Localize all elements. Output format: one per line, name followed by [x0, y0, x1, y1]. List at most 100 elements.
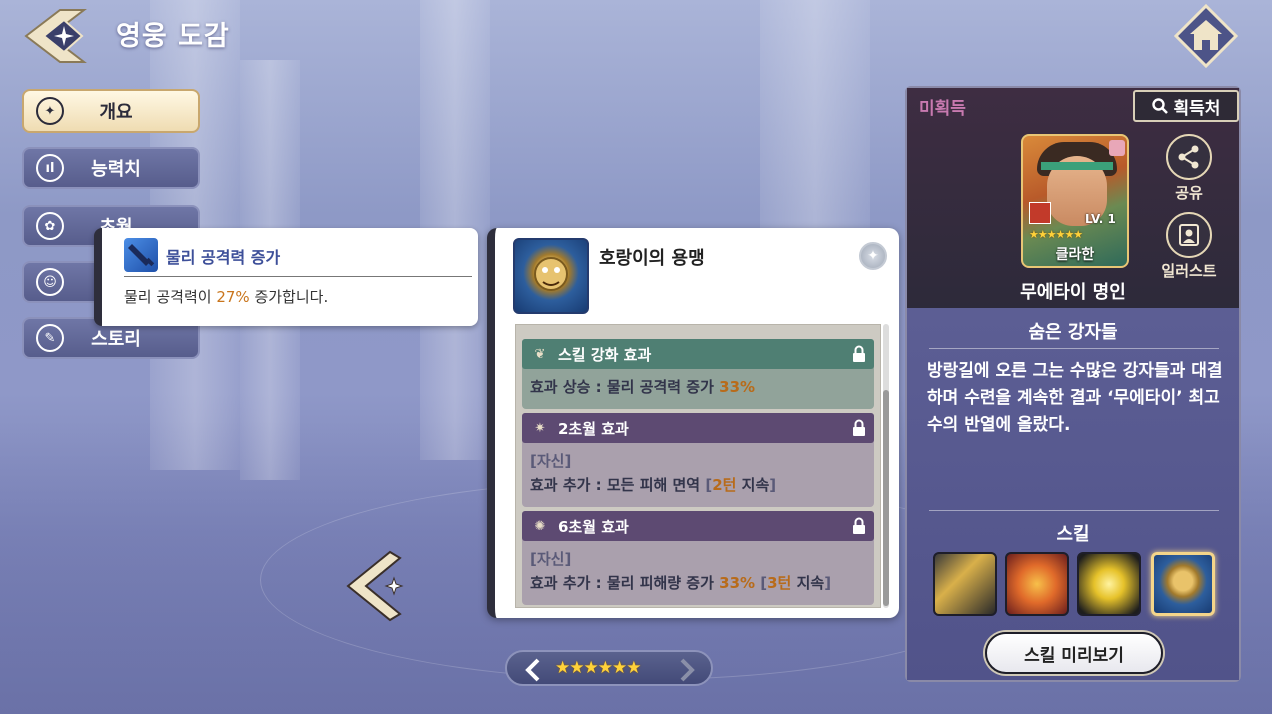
divider	[929, 348, 1219, 349]
menu-item-label: 스토리	[91, 329, 141, 350]
skill-preview-button[interactable]: 스킬 미리보기	[985, 632, 1163, 674]
lock-icon	[853, 419, 865, 436]
weapon-class-icon	[1029, 202, 1051, 224]
effect-header: ✷ 2초월 효과	[522, 413, 874, 443]
hero-title: 무에타이 명인	[1020, 282, 1126, 303]
effect-text: 효과 상승 : 물리 공격력 증가	[530, 378, 720, 396]
effect-line: 효과 추가 : 모든 피해 면역 [2턴 지속]	[530, 473, 866, 497]
tiger-skill-icon	[513, 238, 589, 314]
story-title: 숨은 강자들	[1028, 322, 1118, 343]
acquisition-status: 미획득	[919, 99, 966, 119]
star-grade-selector: ★★★★★★	[505, 650, 713, 686]
chevron-left-icon	[346, 550, 404, 622]
hero-portrait	[1041, 162, 1113, 170]
skill-slot-3-icon[interactable]	[1077, 552, 1141, 616]
page-title: 영웅 도감	[116, 21, 230, 52]
tooltip-desc-value: 27%	[216, 288, 250, 306]
effect-text: 지속	[791, 574, 825, 592]
effect-body: [자신] 효과 추가 : 모든 피해 면역 [2턴 지속]	[522, 443, 874, 501]
effect-line: 효과 추가 : 물리 피해량 증가 33% [3턴 지속]	[530, 571, 866, 595]
skill-enhance-icon: ❦	[534, 346, 546, 362]
effect-turns: 2턴	[712, 476, 737, 494]
hero-header-area: 미획득 획득처 LV. 1 ★★★★★★ 클라한 공유 일러스트 무에타이 명인	[907, 88, 1239, 308]
illustration-button[interactable]: 일러스트	[1159, 212, 1219, 281]
effect-title: 2초월 효과	[558, 419, 629, 438]
transcend-burst-icon: ✺	[534, 518, 546, 534]
effect-value: 33%	[719, 378, 756, 396]
skill-slot-1-icon[interactable]	[933, 552, 997, 616]
skill-name: 호랑이의 용맹	[599, 248, 705, 269]
hero-card[interactable]: LV. 1 ★★★★★★ 클라한	[1021, 134, 1129, 268]
stats-bars-icon: ıl	[36, 154, 64, 182]
effect-target: [자신]	[530, 550, 572, 568]
hero-story-area: 숨은 강자들 방랑길에 오른 그는 수많은 강자들과 대결하며 수련을 계속한 …	[907, 308, 1239, 680]
effect-text: 효과 추가 : 물리 피해량 증가	[530, 574, 720, 592]
effect-body: 효과 상승 : 물리 공격력 증가 33%	[522, 369, 874, 403]
search-icon	[1151, 98, 1168, 114]
story-book-icon: ✎	[36, 324, 64, 352]
back-arrow-icon	[24, 9, 87, 63]
transcend-flower-icon: ✿	[36, 212, 64, 240]
portrait-frame-icon	[1166, 212, 1212, 258]
sword-icon	[124, 238, 158, 272]
effect-title: 6초월 효과	[558, 517, 629, 536]
share-icon	[1166, 134, 1212, 180]
effect-text: 지속	[736, 476, 770, 494]
effect-title: 스킬 강화 효과	[558, 345, 652, 364]
hero-stars: ★★★★★★	[1029, 228, 1083, 241]
star-rating: ★★★★★★	[555, 658, 641, 678]
divider	[929, 510, 1219, 511]
effect-tooltip: 물리 공격력 증가 물리 공격력이 27% 증가합니다.	[94, 228, 478, 326]
lock-icon	[853, 517, 865, 534]
compass-star-icon: ✦	[36, 97, 64, 125]
menu-item-label: 개요	[99, 102, 133, 123]
divider	[124, 276, 472, 277]
effect-card: ❦ 스킬 강화 효과 효과 상승 : 물리 공격력 증가 33%	[522, 339, 874, 409]
effect-header: ❦ 스킬 강화 효과	[522, 339, 874, 369]
chevron-left-icon[interactable]	[523, 658, 543, 682]
menu-item-label: 능력치	[91, 159, 141, 180]
share-button[interactable]: 공유	[1159, 134, 1219, 203]
acquire-source-button[interactable]: 획득처	[1133, 90, 1239, 122]
skill-detail-panel: 호랑이의 용맹 ✦ ❦ 스킬 강화 효과 효과 상승 : 물리 공격력 증가 3…	[487, 228, 899, 618]
skill-type-badge-icon[interactable]: ✦	[859, 242, 887, 270]
effects-scroll-area[interactable]: ❦ 스킬 강화 효과 효과 상승 : 물리 공격력 증가 33% ✷ 2초월 효…	[515, 324, 881, 608]
effect-value: 33%	[719, 574, 756, 592]
effect-turns: 3턴	[767, 574, 792, 592]
effect-card: ✷ 2초월 효과 [자신] 효과 추가 : 모든 피해 면역 [2턴 지속]	[522, 413, 874, 507]
effect-text: 효과 추가 : 모든 피해 면역	[530, 476, 706, 494]
bracket: ]	[824, 574, 832, 592]
pin-icon	[1109, 140, 1125, 156]
skill-slot-4-icon[interactable]	[1151, 552, 1215, 616]
bracket: ]	[769, 476, 777, 494]
effect-body: [자신] 효과 추가 : 물리 피해량 증가 33% [3턴 지속]	[522, 541, 874, 599]
tooltip-desc-text: 물리 공격력이	[124, 288, 217, 306]
home-button[interactable]	[1173, 3, 1239, 69]
lock-icon	[853, 345, 865, 362]
skill-slot-2-icon[interactable]	[1005, 552, 1069, 616]
acquire-label: 획득처	[1173, 98, 1221, 119]
chevron-right-icon[interactable]	[677, 658, 697, 682]
menu-item-overview[interactable]: ✦ 개요	[22, 89, 200, 133]
profile-icon: ☺	[36, 268, 64, 296]
effect-card: ✺ 6초월 효과 [자신] 효과 추가 : 물리 피해량 증가 33% [3턴 …	[522, 511, 874, 605]
menu-item-stats[interactable]: ıl 능력치	[22, 147, 200, 189]
home-icon	[1173, 3, 1239, 69]
hero-level: LV. 1	[1085, 212, 1116, 226]
back-button[interactable]	[24, 8, 96, 64]
tooltip-description: 물리 공격력이 27% 증가합니다.	[124, 286, 328, 307]
transcend-star-icon: ✷	[534, 420, 546, 436]
story-text: 방랑길에 오른 그는 수많은 강자들과 대결하며 수련을 계속한 결과 ‘무에타…	[927, 361, 1223, 435]
tooltip-desc-text: 증가합니다.	[249, 288, 329, 306]
effect-target: [자신]	[530, 452, 572, 470]
skills-heading: 스킬	[1056, 524, 1090, 545]
share-label: 공유	[1175, 184, 1203, 202]
scrollbar-thumb[interactable]	[883, 390, 889, 606]
hero-info-panel: 미획득 획득처 LV. 1 ★★★★★★ 클라한 공유 일러스트 무에타이 명인…	[905, 86, 1241, 682]
hero-name: 클라한	[1055, 247, 1095, 263]
bracket: [	[755, 574, 768, 592]
tooltip-title: 물리 공격력 증가	[166, 248, 281, 267]
effect-header: ✺ 6초월 효과	[522, 511, 874, 541]
previous-hero-button[interactable]	[344, 548, 408, 624]
scrollbar[interactable]	[883, 324, 889, 608]
